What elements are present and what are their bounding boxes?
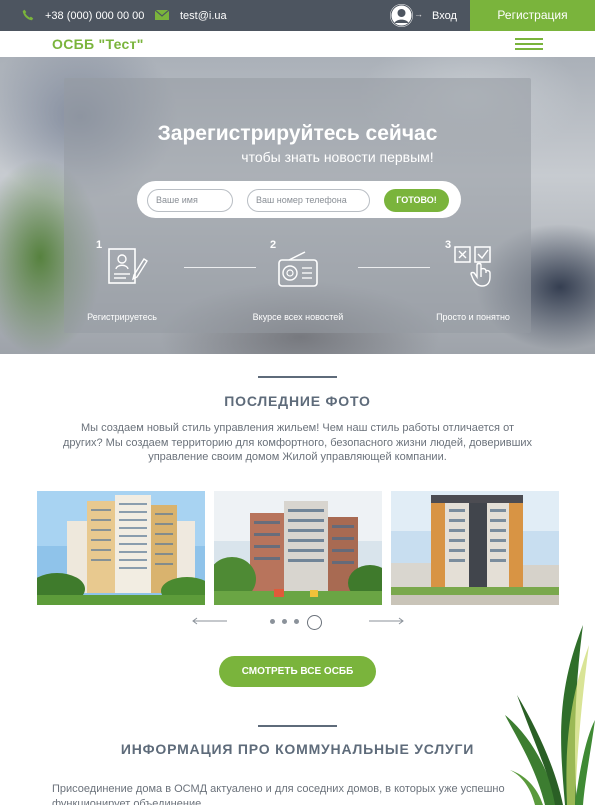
building-photo-2[interactable]: [214, 491, 382, 605]
register-button[interactable]: Регистрация: [470, 0, 595, 31]
hero-title: Зарегистрируйтесь сейчас: [157, 122, 438, 145]
building-photo-3[interactable]: [391, 491, 559, 605]
services-section-text: Присоединение дома в ОСМД актуалено и дл…: [52, 783, 505, 805]
photos-section-text: Мы создаем новый стиль управления жильем…: [62, 422, 533, 463]
checkbox-hand-icon: [454, 246, 491, 287]
decorative-plant-icon: [505, 625, 595, 805]
hero-subtitle: чтобы знать новости первым!: [241, 149, 434, 165]
building-photo-1[interactable]: [37, 491, 205, 605]
step-connector: [358, 267, 430, 268]
step-connector: [184, 267, 256, 268]
phone-input[interactable]: Ваш номер телефона: [247, 189, 370, 212]
main-nav: ОСББ "Тест": [0, 31, 595, 57]
view-all-osbb-button[interactable]: СМОТРЕТЬ ВСЕ ОСББ: [219, 656, 376, 687]
hero-section: Зарегистрируйтесь сейчас чтобы знать нов…: [0, 57, 595, 354]
brand-logo[interactable]: ОСББ "Тест": [52, 36, 144, 52]
submit-button[interactable]: ГОТОВО!: [384, 189, 449, 212]
email-link[interactable]: test@i.ua: [180, 10, 227, 22]
step-label: Регистрируетесь: [87, 312, 157, 322]
radio-icon: [278, 251, 318, 287]
carousel-next-arrow-icon[interactable]: [368, 616, 404, 626]
login-arrow-icon: →: [414, 9, 423, 19]
section-divider: [258, 376, 337, 378]
carousel-dot[interactable]: [270, 619, 275, 624]
section-divider: [258, 725, 337, 727]
step-label: Вкурсе всех новостей: [252, 312, 344, 322]
phone-number[interactable]: +38 (000) 000 00 00: [45, 10, 144, 22]
step-number: 1: [96, 239, 103, 251]
signup-form: Ваше имя Ваш номер телефона ГОТОВО!: [137, 181, 461, 218]
carousel-dot-active[interactable]: [307, 615, 322, 630]
step-label: Просто и понятно: [436, 312, 510, 322]
mail-icon: [155, 10, 169, 20]
carousel-prev-arrow-icon[interactable]: [192, 616, 228, 626]
login-link[interactable]: Вход: [432, 10, 457, 22]
hamburger-menu-icon[interactable]: [515, 38, 543, 50]
name-input[interactable]: Ваше имя: [147, 189, 233, 212]
user-avatar-icon[interactable]: [390, 4, 413, 27]
phone-icon: [22, 9, 34, 21]
carousel-dot[interactable]: [294, 619, 299, 624]
photos-section-title: ПОСЛЕДНИЕ ФОТО: [224, 393, 371, 409]
carousel-dot[interactable]: [282, 619, 287, 624]
top-bar: +38 (000) 000 00 00 test@i.ua → Вход Рег…: [0, 0, 595, 31]
signup-panel: Зарегистрируйтесь сейчас чтобы знать нов…: [64, 78, 531, 333]
form-document-icon: [108, 248, 148, 284]
